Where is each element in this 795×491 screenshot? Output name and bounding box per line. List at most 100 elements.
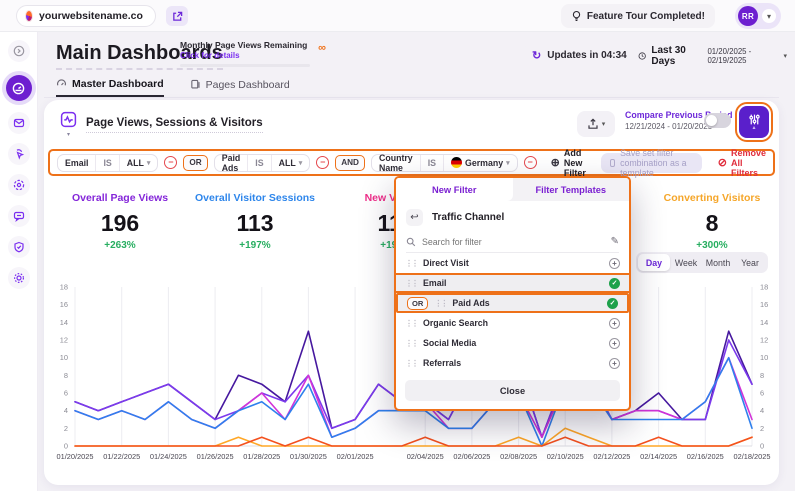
granularity-month[interactable]: Month: [702, 254, 734, 271]
app-window: Feature Tour Completed! RR ▾: [0, 0, 795, 491]
conjunction-and-chip[interactable]: AND: [335, 155, 365, 171]
filter-field[interactable]: Email: [58, 155, 95, 171]
updates-dropdown[interactable]: ↻ Updates in 04:34 ▾: [523, 44, 645, 67]
check-circle-icon[interactable]: ✓: [607, 298, 618, 309]
feature-tour-badge[interactable]: Feature Tour Completed!: [561, 4, 715, 28]
popup-title-row: ↩ Traffic Channel: [396, 203, 629, 231]
remove-filter-button[interactable]: −: [316, 156, 329, 169]
popup-item-label: Organic Search: [423, 318, 488, 328]
filter-field[interactable]: Paid Ads: [215, 155, 248, 171]
granularity-day[interactable]: Day: [638, 254, 670, 271]
user-menu[interactable]: RR ▾: [735, 3, 781, 29]
popup-item-social-media[interactable]: ⋮⋮ Social Media +: [396, 333, 629, 353]
filter-operator[interactable]: IS: [95, 155, 118, 171]
stat-delta: +197%: [180, 240, 330, 251]
filter-search-input[interactable]: [422, 237, 605, 247]
popup-item-referrals[interactable]: ⋮⋮ Referrals +: [396, 353, 629, 373]
plus-circle-icon[interactable]: +: [609, 318, 620, 329]
svg-text:12: 12: [760, 336, 768, 345]
remove-filter-button[interactable]: −: [524, 156, 537, 169]
svg-text:02/01/2025: 02/01/2025: [337, 452, 374, 461]
chevron-down-icon: ▾: [506, 159, 510, 167]
stat-value: 8: [637, 210, 787, 237]
check-circle-icon[interactable]: ✓: [609, 278, 620, 289]
popup-tab-filter-templates[interactable]: Filter Templates: [513, 178, 630, 201]
export-button[interactable]: ▾: [577, 111, 615, 137]
sidebar-collapse-button[interactable]: [8, 40, 30, 62]
filter-operator[interactable]: IS: [420, 155, 443, 171]
plus-circle-icon: ⊕: [551, 156, 560, 169]
granularity-year[interactable]: Year: [734, 254, 766, 271]
popup-item-label: Email: [423, 278, 446, 288]
search-icon: [406, 237, 416, 247]
svg-text:02/14/2025: 02/14/2025: [640, 452, 677, 461]
sidebar-item-messages[interactable]: [8, 205, 30, 227]
svg-text:01/20/2025: 01/20/2025: [57, 452, 94, 461]
drag-handle-icon[interactable]: ⋮⋮: [405, 319, 417, 328]
popup-item-email[interactable]: ⋮⋮ Email ✓: [396, 273, 629, 293]
mail-icon: [13, 117, 25, 129]
sidebar-item-security[interactable]: [8, 236, 30, 258]
conjunction-or-chip[interactable]: OR: [183, 155, 207, 171]
plus-circle-icon[interactable]: +: [609, 258, 620, 269]
drag-handle-icon[interactable]: ⋮⋮: [405, 359, 417, 368]
add-new-filter-button[interactable]: ⊕Add New Filter: [551, 148, 588, 178]
sidebar-item-inbox[interactable]: [8, 112, 30, 134]
svg-text:14: 14: [760, 318, 768, 327]
svg-text:16: 16: [760, 300, 768, 309]
chevron-down-icon: ▾: [783, 52, 787, 60]
topbar: Feature Tour Completed! RR ▾: [0, 0, 795, 32]
lightbulb-icon: [571, 10, 582, 22]
filter-value-dropdown[interactable]: ALL▾: [271, 155, 310, 171]
popup-item-direct-visit[interactable]: ⋮⋮ Direct Visit +: [396, 253, 629, 273]
close-button[interactable]: Close: [405, 380, 620, 401]
site-url-input[interactable]: [39, 10, 147, 22]
sidebar-item-dashboard[interactable]: [6, 75, 32, 101]
save-filter-template-button[interactable]: Save set filter combination as a templat…: [601, 153, 701, 173]
svg-text:02/16/2025: 02/16/2025: [687, 452, 724, 461]
compare-toggle[interactable]: [704, 113, 731, 128]
chevron-down-icon[interactable]: ▾: [60, 133, 77, 137]
remove-all-filters-button[interactable]: ⊘Remove All Filters: [718, 148, 766, 178]
sidebar-item-engagement[interactable]: [8, 143, 30, 165]
popup-item-paid-ads[interactable]: OR ⋮⋮ Paid Ads ✓: [396, 293, 629, 313]
filter-pill-email: Email IS ALL▾: [57, 154, 158, 172]
edit-icon[interactable]: ✎: [611, 236, 619, 247]
drag-handle-icon[interactable]: ⋮⋮: [405, 339, 417, 348]
plus-circle-icon[interactable]: +: [609, 338, 620, 349]
popup-item-organic-search[interactable]: ⋮⋮ Organic Search +: [396, 313, 629, 333]
open-site-button[interactable]: [166, 6, 188, 26]
granularity-week[interactable]: Week: [670, 254, 702, 271]
popup-tab-new-filter[interactable]: New Filter: [396, 178, 513, 201]
conjunction-or-chip[interactable]: OR: [407, 297, 428, 310]
drag-handle-icon[interactable]: ⋮⋮: [434, 299, 446, 308]
svg-text:12: 12: [60, 336, 68, 345]
tab-master-dashboard[interactable]: Master Dashboard: [56, 78, 164, 97]
remove-filter-button[interactable]: −: [164, 156, 177, 169]
filters-button[interactable]: ▴: [739, 106, 769, 138]
tab-pages-dashboard[interactable]: Pages Dashboard: [190, 78, 290, 97]
back-icon[interactable]: ↩: [406, 209, 423, 226]
filter-value-dropdown[interactable]: Germany▾: [443, 155, 517, 171]
stat-overall-visitor-sessions: Overall Visitor Sessions 113 +197%: [180, 192, 330, 251]
sidebar-item-audience[interactable]: [8, 174, 30, 196]
quota-progress-bar: [180, 64, 310, 67]
stat-delta: +300%: [637, 240, 787, 251]
pages-icon: [190, 79, 201, 90]
filter-operator[interactable]: IS: [247, 155, 270, 171]
gauge-icon: [56, 78, 67, 89]
target-icon: [13, 179, 25, 191]
sidebar-item-settings[interactable]: [8, 267, 30, 289]
date-range-dropdown[interactable]: Last 30 Days 01/20/2025 - 02/19/2025 ▾: [630, 44, 795, 67]
quota-details-link[interactable]: Click for details: [180, 51, 312, 60]
svg-text:6: 6: [760, 389, 764, 398]
template-icon: [610, 159, 615, 167]
infinity-icon: ∞: [318, 42, 326, 54]
site-url-field[interactable]: [16, 5, 156, 27]
plus-circle-icon[interactable]: +: [609, 358, 620, 369]
drag-handle-icon[interactable]: ⋮⋮: [405, 259, 417, 268]
filter-field[interactable]: Country Name: [372, 155, 420, 171]
drag-handle-icon[interactable]: ⋮⋮: [405, 279, 417, 288]
filter-value-dropdown[interactable]: ALL▾: [119, 155, 158, 171]
external-link-icon: [172, 11, 183, 22]
